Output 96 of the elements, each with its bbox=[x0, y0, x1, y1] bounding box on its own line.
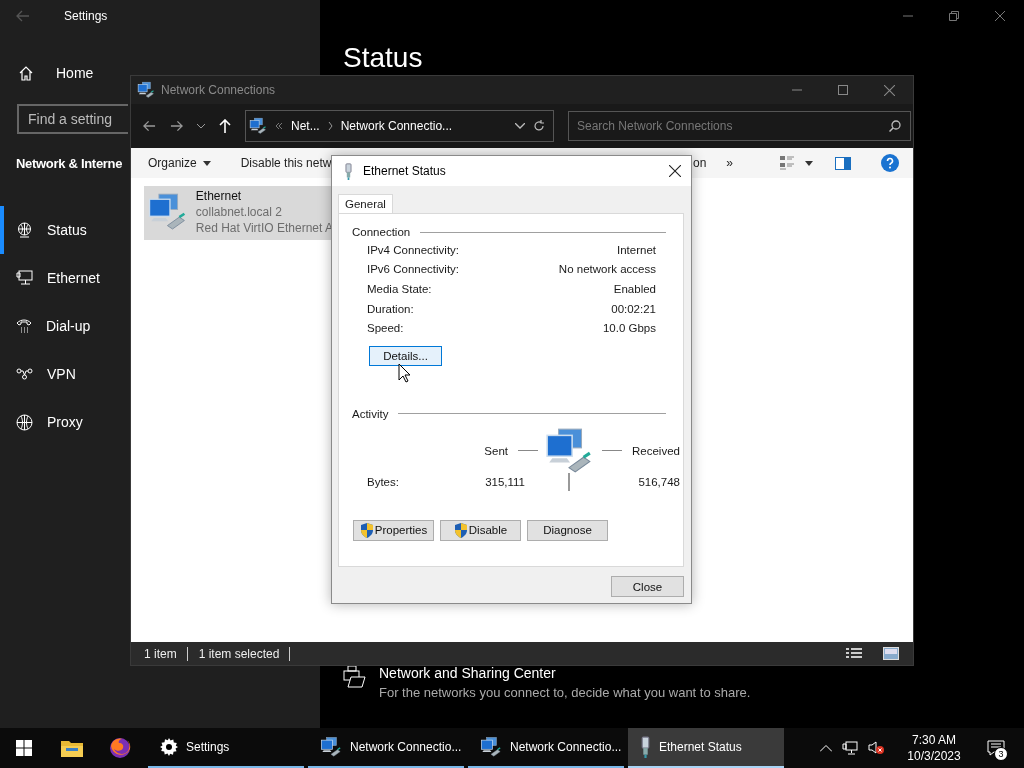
overflow-chevron-icon bbox=[275, 123, 283, 129]
field-label: IPv4 Connectivity: bbox=[367, 243, 460, 256]
network-computers-icon bbox=[320, 736, 342, 758]
page-heading: Status bbox=[343, 42, 424, 74]
shield-icon bbox=[453, 522, 468, 538]
field-value: No network access bbox=[558, 263, 656, 276]
toolbar-button[interactable]: Organize bbox=[148, 156, 211, 170]
preview-pane-icon[interactable] bbox=[835, 156, 851, 170]
link-title[interactable]: Network and Sharing Center bbox=[379, 665, 751, 681]
dialog-button[interactable]: Diagnose bbox=[527, 519, 608, 541]
toolbar-button[interactable]: on bbox=[692, 156, 707, 170]
home-icon bbox=[18, 65, 34, 81]
notifications-button[interactable]: 3 bbox=[976, 728, 1016, 768]
mouse-pointer-icon bbox=[398, 363, 411, 383]
chevron-right-icon bbox=[327, 122, 333, 130]
field-label: IPv6 Connectivity: bbox=[367, 263, 460, 276]
field-label: Duration: bbox=[367, 302, 414, 315]
nav-item[interactable]: Proxy bbox=[0, 398, 130, 446]
forward-icon[interactable] bbox=[170, 120, 183, 132]
close-icon[interactable] bbox=[669, 165, 681, 177]
close-button[interactable]: Close bbox=[611, 576, 684, 597]
section-heading: Network & Interne bbox=[16, 156, 123, 171]
gear-icon bbox=[160, 738, 178, 756]
network-folder-icon bbox=[249, 117, 267, 135]
network-computers-icon bbox=[480, 736, 502, 758]
nav-item[interactable]: Ethernet bbox=[0, 254, 130, 302]
address-bar[interactable]: Net... Network Connectio... bbox=[245, 110, 554, 142]
home-link[interactable]: Home bbox=[18, 60, 94, 86]
caret-icon bbox=[202, 160, 211, 166]
notification-count: 3 bbox=[994, 747, 1008, 761]
search-field[interactable]: Search Network Connections bbox=[568, 111, 911, 141]
status-text: 1 item selected bbox=[198, 646, 291, 661]
tab[interactable]: General bbox=[338, 194, 393, 213]
windows-icon bbox=[16, 740, 32, 756]
vpn-icon bbox=[16, 368, 33, 380]
field-label: Media State: bbox=[367, 283, 432, 295]
message-icon bbox=[987, 740, 1005, 756]
shield-icon bbox=[359, 522, 374, 538]
field-label: Speed: bbox=[367, 322, 404, 335]
search-field[interactable]: Find a setting bbox=[17, 104, 128, 134]
group-heading: Activity bbox=[352, 407, 389, 420]
maximize-icon[interactable] bbox=[949, 11, 959, 21]
taskbar-button[interactable]: Network Connectio... bbox=[308, 728, 464, 768]
nav-item[interactable]: VPN bbox=[0, 350, 130, 398]
monitor-icon bbox=[16, 270, 33, 286]
maximize-icon[interactable] bbox=[838, 85, 848, 95]
field-value: 10.0 Gbps bbox=[602, 322, 656, 335]
cable-plug-icon bbox=[640, 736, 651, 758]
dialog-title: Ethernet Status bbox=[363, 164, 446, 178]
help-icon[interactable] bbox=[881, 154, 899, 172]
clock[interactable]: 7:30 AM 10/3/2023 bbox=[902, 732, 966, 764]
speaker-muted-icon[interactable] bbox=[868, 741, 884, 755]
nav-item[interactable]: Dial-up bbox=[0, 302, 130, 350]
taskbar-button[interactable]: Ethernet Status bbox=[628, 728, 784, 768]
field-value: Enabled bbox=[613, 283, 656, 295]
refresh-icon[interactable] bbox=[533, 120, 545, 132]
up-icon[interactable] bbox=[219, 119, 231, 133]
received-bytes: 516,748 bbox=[638, 475, 680, 488]
details-view-icon[interactable] bbox=[846, 647, 862, 660]
globe-monitor-icon bbox=[16, 221, 33, 239]
taskbar-button[interactable]: Network Connectio... bbox=[468, 728, 624, 768]
received-label: Received bbox=[632, 444, 680, 457]
window-title: Network Connections bbox=[161, 83, 276, 97]
adapter-detail: collabnet.local 2 bbox=[195, 204, 283, 220]
toolbar-button[interactable]: Disable this netw bbox=[240, 156, 332, 170]
network-folder-icon bbox=[137, 81, 155, 99]
breadcrumb[interactable]: Network Connectio... bbox=[340, 119, 453, 133]
globe-icon bbox=[16, 413, 33, 431]
breadcrumb[interactable]: Net... bbox=[291, 119, 320, 133]
taskbar-button[interactable]: Settings bbox=[148, 728, 304, 768]
window-title: Settings bbox=[64, 9, 108, 23]
search-icon bbox=[889, 120, 901, 132]
dialog-button[interactable]: Disable bbox=[440, 519, 521, 541]
sent-bytes: 315,111 bbox=[485, 475, 525, 488]
field-label: Bytes: bbox=[367, 475, 399, 488]
field-value: Internet bbox=[617, 243, 656, 256]
cable-plug-icon bbox=[344, 162, 353, 180]
phone-icon bbox=[16, 318, 32, 334]
view-options-icon[interactable] bbox=[779, 155, 795, 171]
chevron-icon[interactable] bbox=[197, 123, 205, 129]
fox-globe-icon bbox=[109, 737, 131, 759]
toolbar-button[interactable]: » bbox=[726, 156, 733, 170]
field-value: 00:02:21 bbox=[611, 302, 656, 315]
dropdown-icon bbox=[805, 160, 813, 166]
back-icon[interactable] bbox=[143, 120, 156, 132]
chevron-up-icon[interactable] bbox=[820, 744, 832, 752]
group-heading: Connection bbox=[352, 226, 411, 238]
status-text: 1 item bbox=[144, 646, 188, 661]
adapter-name: Ethernet bbox=[195, 188, 243, 204]
details-button[interactable]: Details... bbox=[369, 345, 442, 366]
dialog-button[interactable]: Properties bbox=[353, 519, 434, 541]
dropdown-icon[interactable] bbox=[515, 123, 525, 129]
network-icon[interactable] bbox=[842, 740, 858, 756]
link-description: For the networks you connect to, decide what you want to share. bbox=[379, 685, 751, 700]
sent-label: Sent bbox=[484, 444, 508, 457]
folder-icon bbox=[61, 739, 83, 757]
